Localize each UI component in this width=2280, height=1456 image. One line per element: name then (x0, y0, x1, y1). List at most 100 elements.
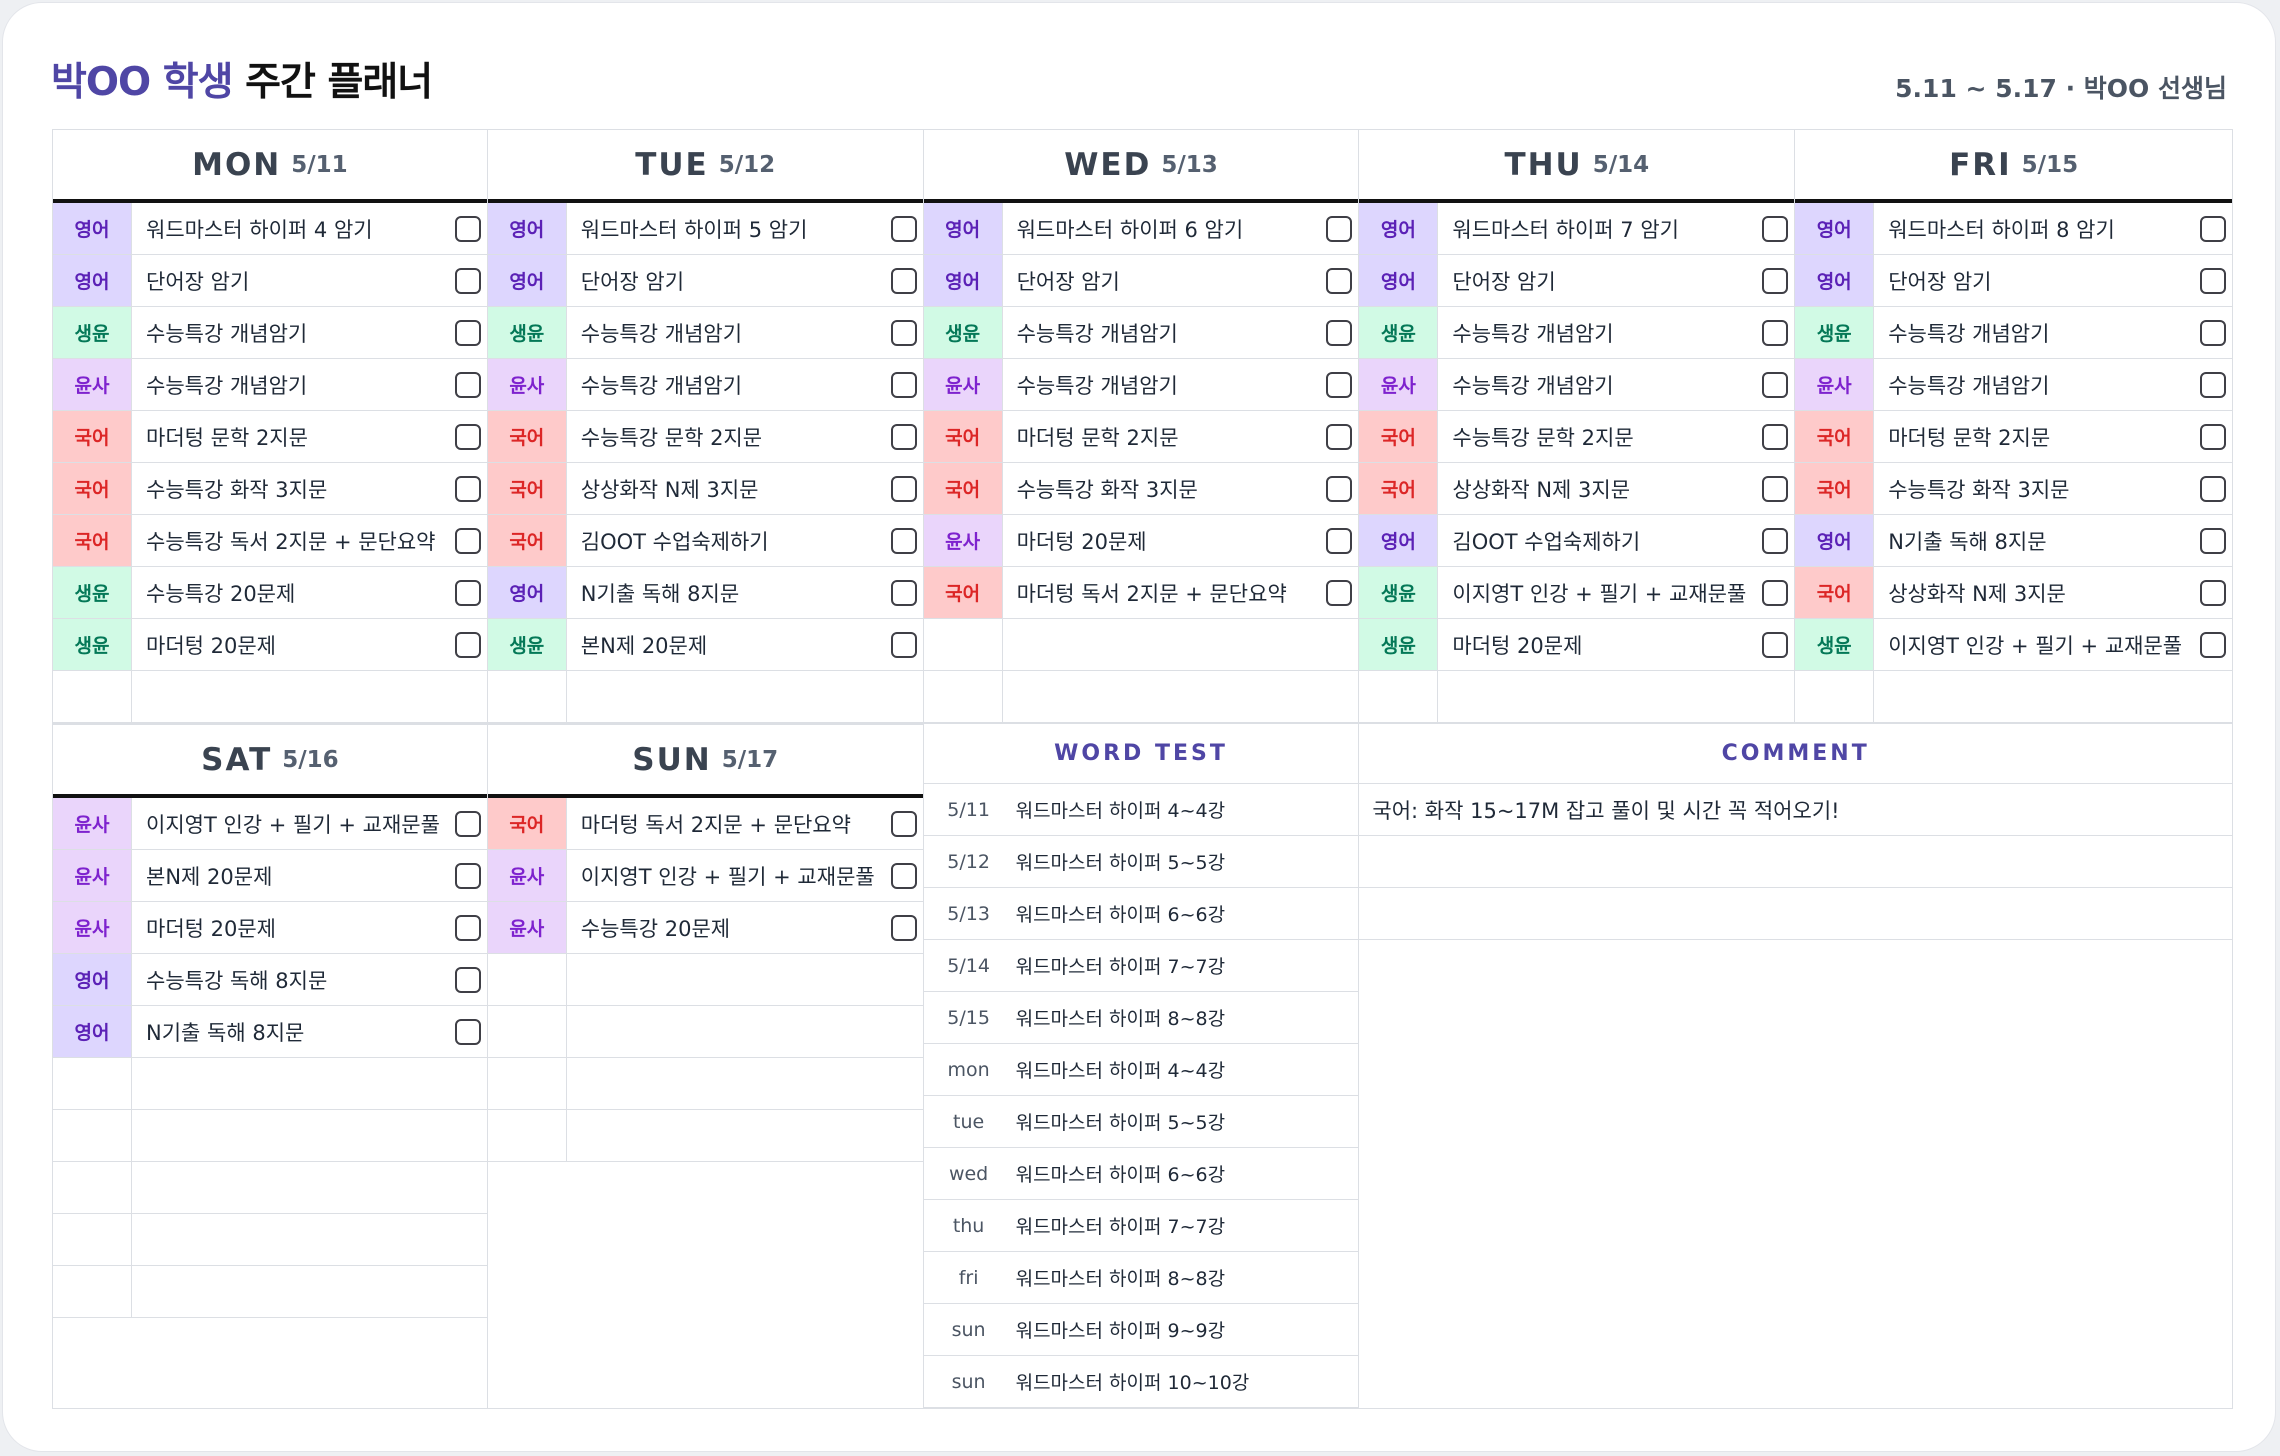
task-checkbox[interactable] (454, 966, 481, 993)
task-checkbox[interactable] (2199, 215, 2226, 242)
task-checkbox[interactable] (890, 215, 917, 242)
word-test-panel: WORD TEST 5/11 워드마스터 하이퍼 4~4강 5/12 워드마스터 하이퍼… (923, 724, 1360, 1409)
task-row: 생윤 본N제 20문제 (487, 619, 923, 671)
word-test-row: 5/15 워드마스터 하이퍼 8~8강 (923, 992, 1359, 1044)
task-checkbox[interactable] (2199, 579, 2226, 606)
empty-subject-cell (1359, 671, 1439, 722)
task-checkbox[interactable] (890, 810, 917, 837)
day-date: 5/11 (291, 151, 348, 178)
subject-tag: 국어 (487, 463, 567, 514)
task-name: 단어장 암기 (1888, 269, 1992, 294)
task-checkbox[interactable] (454, 579, 481, 606)
comment-line[interactable]: 국어: 화작 15~17M 잡고 풀이 및 시간 꼭 적어오기! (1359, 784, 2232, 836)
task-row: 국어 마더텅 문학 2지문 (53, 411, 487, 463)
subject-tag: 생윤 (1795, 619, 1875, 670)
task-checkbox[interactable] (890, 914, 917, 941)
task-checkbox[interactable] (890, 475, 917, 502)
task-name: 마더텅 문학 2지문 (1016, 425, 1179, 450)
task-checkbox[interactable] (454, 423, 481, 450)
task-checkbox[interactable] (890, 319, 917, 346)
comment-line[interactable] (1359, 888, 2232, 940)
task-checkbox[interactable] (454, 319, 481, 346)
task-name: 마더텅 20문제 (146, 633, 276, 658)
word-test-row: fri 워드마스터 하이퍼 8~8강 (923, 1252, 1359, 1304)
task-checkbox[interactable] (1762, 267, 1789, 294)
task-checkbox[interactable] (454, 267, 481, 294)
task-row: 국어 수능특강 화작 3지문 (53, 463, 487, 515)
word-test-day: sun (951, 1318, 986, 1341)
task-checkbox[interactable] (1762, 579, 1789, 606)
subject-tag: 생윤 (1795, 307, 1875, 358)
task-checkbox[interactable] (890, 631, 917, 658)
word-test-row: 5/12 워드마스터 하이퍼 5~5강 (923, 836, 1359, 888)
task-name: 수능특강 개념암기 (1888, 321, 2050, 346)
empty-task-row (53, 1110, 487, 1162)
subject-tag: 생윤 (487, 619, 567, 670)
word-test-range: 워드마스터 하이퍼 4~4강 (1015, 1060, 1226, 1082)
task-checkbox[interactable] (1326, 371, 1353, 398)
task-checkbox[interactable] (1762, 631, 1789, 658)
subject-tag: 윤사 (923, 515, 1003, 566)
task-checkbox[interactable] (1762, 215, 1789, 242)
subject-tag: 생윤 (923, 307, 1003, 358)
task-checkbox[interactable] (454, 914, 481, 941)
task-name: 수능특강 개념암기 (1452, 373, 1614, 398)
task-checkbox[interactable] (2199, 319, 2226, 346)
task-checkbox[interactable] (454, 1018, 481, 1045)
task-name: 수능특강 20문제 (580, 916, 731, 941)
subject-tag: 영어 (487, 567, 567, 618)
task-name: 김OOT 수업숙제하기 (1452, 529, 1641, 554)
task-checkbox[interactable] (454, 527, 481, 554)
task-checkbox[interactable] (1762, 423, 1789, 450)
empty-task-row (53, 1214, 487, 1266)
task-checkbox[interactable] (1326, 267, 1353, 294)
task-checkbox[interactable] (890, 423, 917, 450)
task-row: 국어 상상화작 N제 3지문 (1359, 463, 1795, 515)
task-checkbox[interactable] (2199, 475, 2226, 502)
subject-tag: 국어 (1795, 567, 1875, 618)
task-checkbox[interactable] (1326, 319, 1353, 346)
task-checkbox[interactable] (1326, 423, 1353, 450)
task-row: 생윤 마더텅 20문제 (53, 619, 487, 671)
task-checkbox[interactable] (1762, 527, 1789, 554)
task-checkbox[interactable] (2199, 527, 2226, 554)
task-checkbox[interactable] (1762, 319, 1789, 346)
comment-line[interactable] (1359, 836, 2232, 888)
task-checkbox[interactable] (2199, 267, 2226, 294)
task-name: 수능특강 개념암기 (580, 321, 743, 346)
task-checkbox[interactable] (890, 371, 917, 398)
task-checkbox[interactable] (1762, 475, 1789, 502)
empty-subject-cell (487, 1058, 567, 1109)
task-checkbox[interactable] (454, 862, 481, 889)
task-checkbox[interactable] (2199, 371, 2226, 398)
subject-tag: 생윤 (1359, 567, 1439, 618)
task-checkbox[interactable] (2199, 631, 2226, 658)
task-row: 영어 워드마스터 하이퍼 4 암기 (53, 203, 487, 255)
empty-subject-cell (487, 954, 567, 1005)
task-name: 수능특강 개념암기 (1888, 373, 2050, 398)
task-checkbox[interactable] (454, 215, 481, 242)
task-checkbox[interactable] (2199, 423, 2226, 450)
subject-tag: 영어 (1795, 515, 1875, 566)
subject-tag: 영어 (1359, 515, 1439, 566)
task-checkbox[interactable] (1326, 579, 1353, 606)
planner-grid: MON 5/11 영어 워드마스터 하이퍼 4 암기 영어 단어장 암기 생윤 수능특강 개념… (52, 129, 2233, 1409)
task-name: 수능특강 문학 2지문 (1452, 425, 1634, 450)
task-checkbox[interactable] (890, 579, 917, 606)
task-checkbox[interactable] (890, 862, 917, 889)
empty-task-row (923, 619, 1359, 671)
task-checkbox[interactable] (454, 475, 481, 502)
task-checkbox[interactable] (1326, 527, 1353, 554)
task-row: 윤사 이지영T 인강 + 필기 + 교재문풀 (487, 850, 923, 902)
empty-task-row (487, 1110, 923, 1162)
task-row: 윤사 수능특강 개념암기 (1359, 359, 1795, 411)
task-checkbox[interactable] (890, 267, 917, 294)
page-title: 박OO 학생 주간 플래너 (51, 51, 433, 107)
task-checkbox[interactable] (1326, 215, 1353, 242)
task-checkbox[interactable] (890, 527, 917, 554)
task-checkbox[interactable] (454, 810, 481, 837)
task-checkbox[interactable] (1326, 475, 1353, 502)
task-checkbox[interactable] (454, 371, 481, 398)
task-checkbox[interactable] (1762, 371, 1789, 398)
task-checkbox[interactable] (454, 631, 481, 658)
